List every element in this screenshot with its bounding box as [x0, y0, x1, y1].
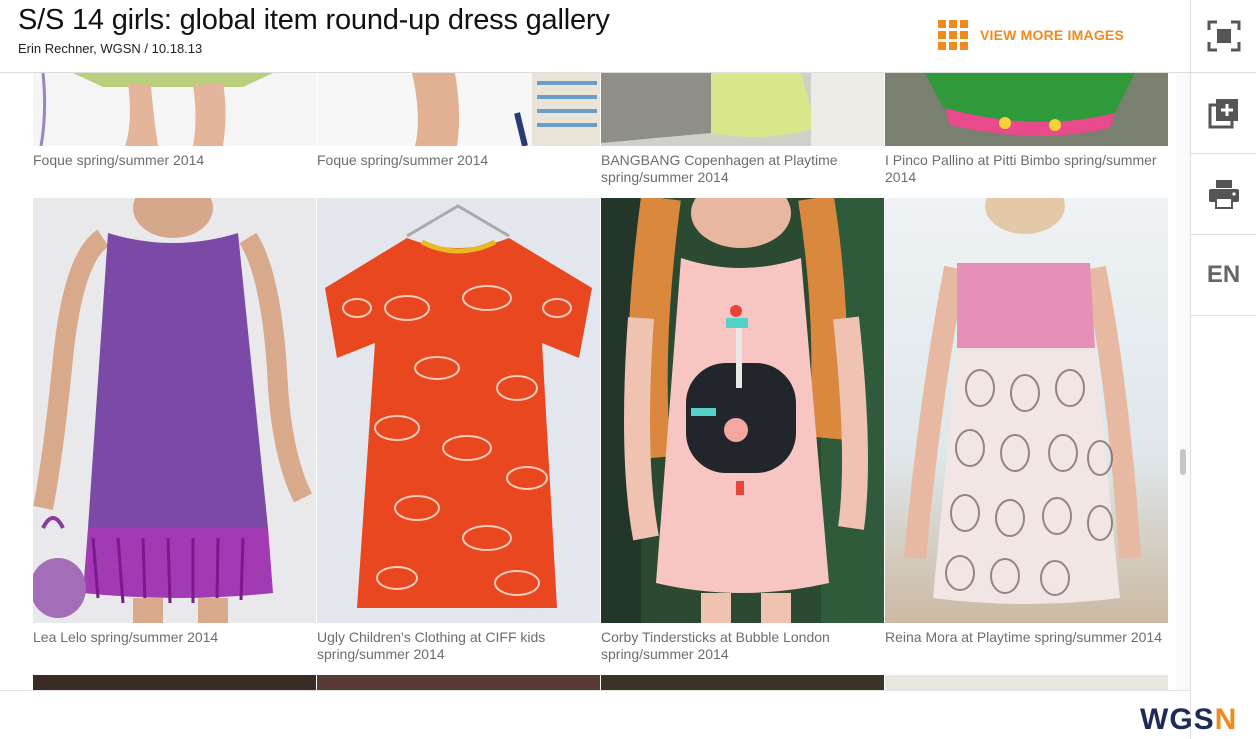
gallery-caption: BANGBANG Copenhagen at Playtime spring/s…: [601, 152, 838, 185]
gallery-caption: Foque spring/summer 2014: [317, 152, 489, 168]
fullscreen-icon: [1207, 20, 1240, 52]
gallery-caption: Corby Tindersticks at Bubble London spri…: [601, 629, 830, 662]
gallery-image: [885, 73, 1168, 146]
gallery-image: [885, 675, 1168, 690]
gallery-image: [317, 675, 600, 690]
print-button[interactable]: [1191, 154, 1256, 235]
gallery-image: [601, 675, 884, 690]
language-button[interactable]: EN: [1191, 235, 1256, 316]
gallery-item[interactable]: [33, 675, 316, 690]
gallery-item[interactable]: Corby Tindersticks at Bubble London spri…: [601, 198, 884, 663]
gallery-caption: Reina Mora at Playtime spring/summer 201…: [885, 629, 1163, 645]
gallery-caption: I Pinco Pallino at Pitti Bimbo spring/su…: [885, 152, 1157, 185]
add-to-board-button[interactable]: [1191, 73, 1256, 154]
grid-icon: [938, 20, 968, 50]
language-label: EN: [1206, 261, 1241, 288]
footer: [0, 690, 1190, 739]
byline: Erin Rechner, WGSN / 10.18.13: [18, 41, 203, 56]
view-more-images-label: VIEW MORE IMAGES: [980, 27, 1124, 43]
gallery-header: S/S 14 girls: global item round-up dress…: [0, 0, 1190, 73]
scrollbar[interactable]: [1176, 73, 1190, 690]
add-to-board-icon: [1208, 99, 1238, 129]
gallery-row-3: [33, 675, 1168, 690]
gallery-item[interactable]: Foque spring/summer 2014: [317, 73, 600, 186]
right-toolbar: EN: [1190, 0, 1256, 739]
wgsn-logo: WGSN: [1140, 703, 1238, 736]
gallery-item[interactable]: [317, 675, 600, 690]
gallery-image: [601, 73, 884, 146]
gallery-row-1: Foque spring/summer 2014 Foque spring/su…: [33, 73, 1168, 186]
gallery-image: [317, 198, 600, 623]
view-more-images-button[interactable]: VIEW MORE IMAGES: [938, 20, 1124, 50]
gallery-item[interactable]: Lea Lelo spring/summer 2014: [33, 198, 316, 663]
gallery-image: [33, 198, 316, 623]
gallery-image: [601, 198, 884, 623]
gallery-item[interactable]: I Pinco Pallino at Pitti Bimbo spring/su…: [885, 73, 1168, 186]
gallery-image: [885, 198, 1168, 623]
page-title: S/S 14 girls: global item round-up dress…: [18, 4, 610, 36]
print-icon: [1208, 180, 1239, 209]
gallery-row-2: Lea Lelo spring/summer 2014 Ugly Childre…: [33, 198, 1168, 663]
gallery-image: [317, 73, 600, 146]
image-gallery: Foque spring/summer 2014 Foque spring/su…: [0, 73, 1176, 690]
gallery-caption: Lea Lelo spring/summer 2014: [33, 629, 219, 645]
gallery-item[interactable]: Foque spring/summer 2014: [33, 73, 316, 186]
gallery-item[interactable]: [885, 675, 1168, 690]
scrollbar-thumb[interactable]: [1180, 449, 1186, 475]
gallery-item[interactable]: [601, 675, 884, 690]
gallery-image: [33, 675, 316, 690]
gallery-caption: Foque spring/summer 2014: [33, 152, 205, 168]
gallery-item[interactable]: BANGBANG Copenhagen at Playtime spring/s…: [601, 73, 884, 186]
gallery-item[interactable]: Ugly Children's Clothing at CIFF kids sp…: [317, 198, 600, 663]
gallery-item[interactable]: Reina Mora at Playtime spring/summer 201…: [885, 198, 1168, 663]
gallery-caption: Ugly Children's Clothing at CIFF kids sp…: [317, 629, 546, 662]
gallery-image: [33, 73, 316, 146]
fullscreen-button[interactable]: [1191, 0, 1256, 73]
